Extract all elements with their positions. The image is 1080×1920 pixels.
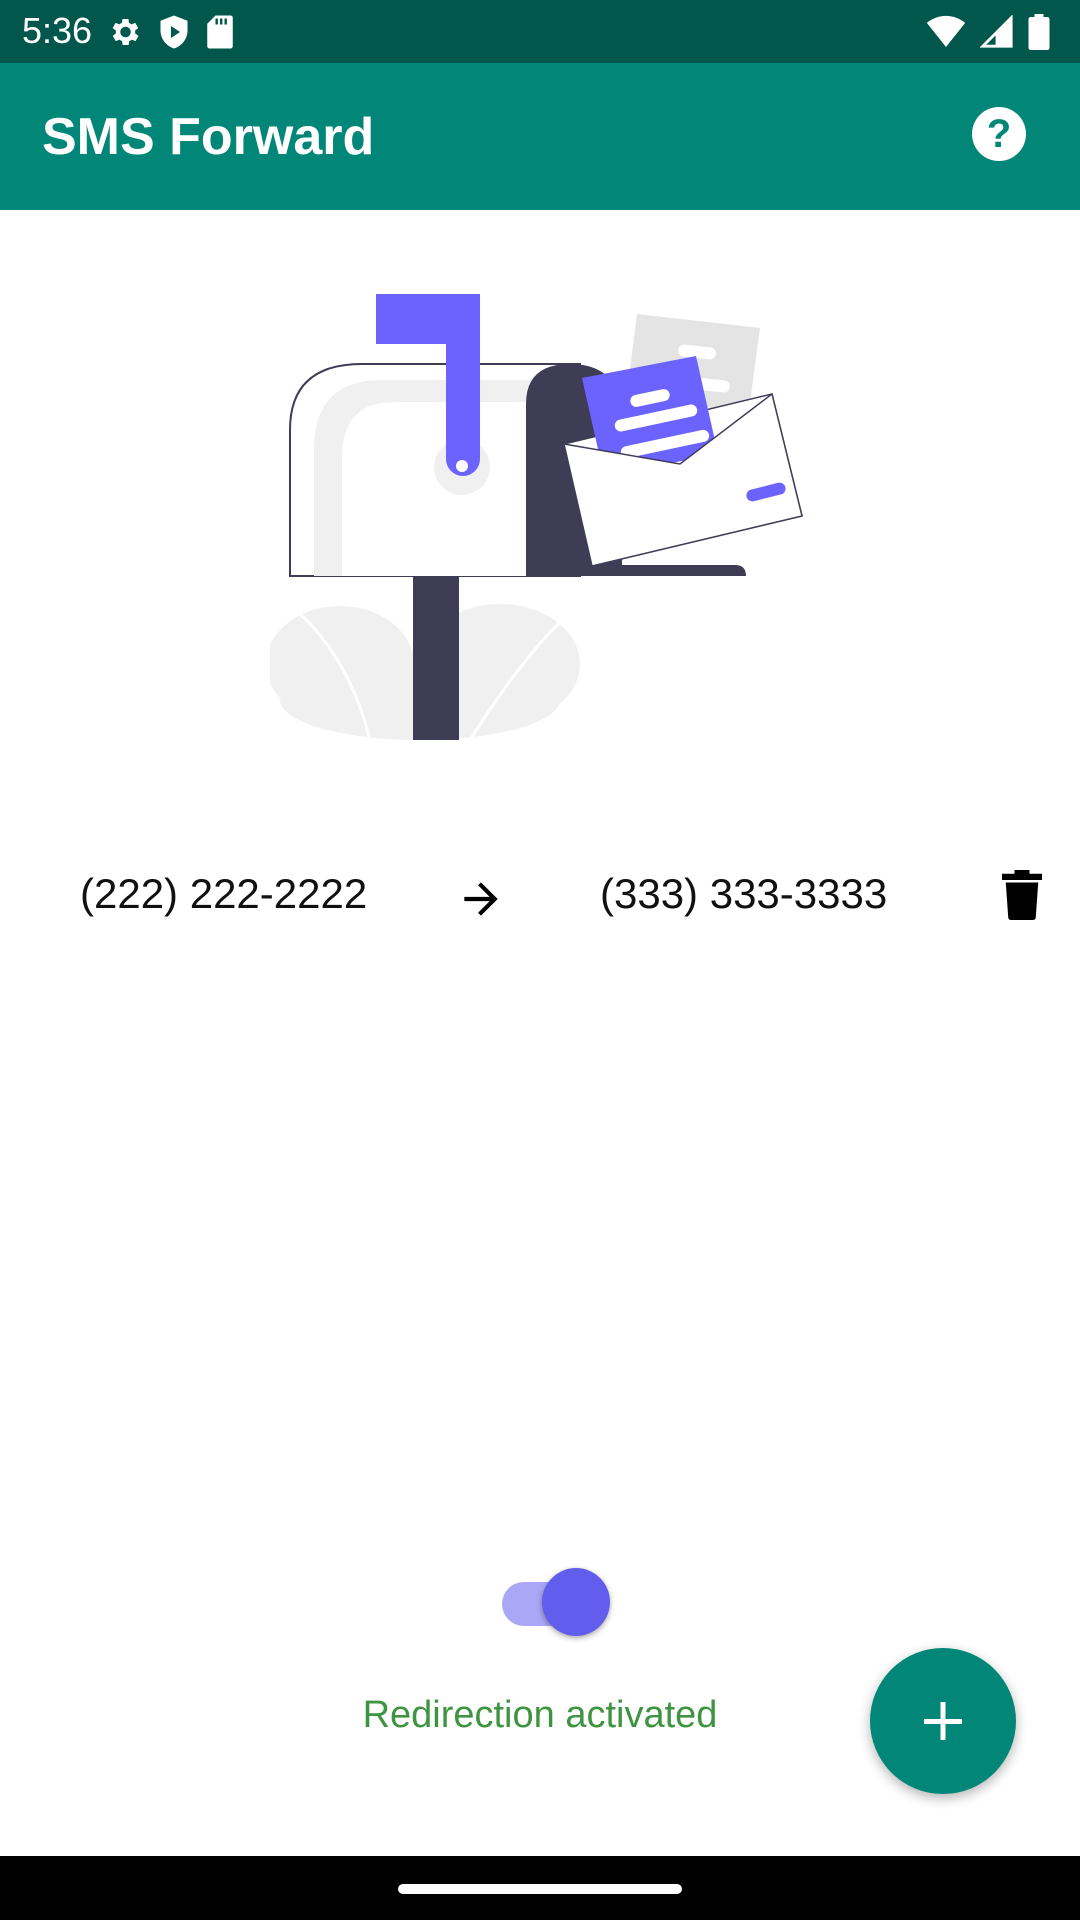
status-bar: 5:36 bbox=[0, 0, 1080, 63]
home-gesture-handle[interactable] bbox=[398, 1884, 682, 1894]
status-icons-right bbox=[926, 12, 1050, 52]
status-icons-left bbox=[106, 12, 234, 52]
list-item: (222) 222-2222 (333) 333-3333 bbox=[0, 860, 1080, 930]
battery-icon bbox=[1028, 14, 1050, 50]
from-number: (222) 222-2222 bbox=[80, 870, 368, 917]
help-icon: ? bbox=[986, 112, 1012, 156]
navigation-bar bbox=[0, 1856, 1080, 1920]
plus-icon bbox=[924, 1702, 962, 1740]
help-button[interactable]: ? bbox=[972, 107, 1026, 161]
wifi-icon bbox=[926, 15, 966, 47]
add-rule-button[interactable] bbox=[870, 1648, 1016, 1794]
shield-play-icon bbox=[160, 15, 188, 49]
redirection-toggle[interactable] bbox=[502, 1566, 610, 1636]
mailbox-illustration bbox=[270, 294, 803, 741]
cell-signal-icon bbox=[980, 15, 1013, 48]
arrow-right-icon bbox=[464, 882, 498, 916]
app-title: SMS Forward bbox=[42, 108, 375, 166]
toggle-thumb bbox=[542, 1568, 610, 1636]
settings-icon bbox=[112, 18, 139, 46]
sd-card-icon bbox=[207, 15, 233, 49]
trash-icon bbox=[1002, 870, 1042, 920]
app-bar: SMS Forward ? bbox=[0, 63, 1080, 210]
to-number: (333) 333-3333 bbox=[600, 870, 888, 917]
delete-button[interactable] bbox=[1002, 870, 1042, 920]
status-time: 5:36 bbox=[22, 10, 93, 51]
